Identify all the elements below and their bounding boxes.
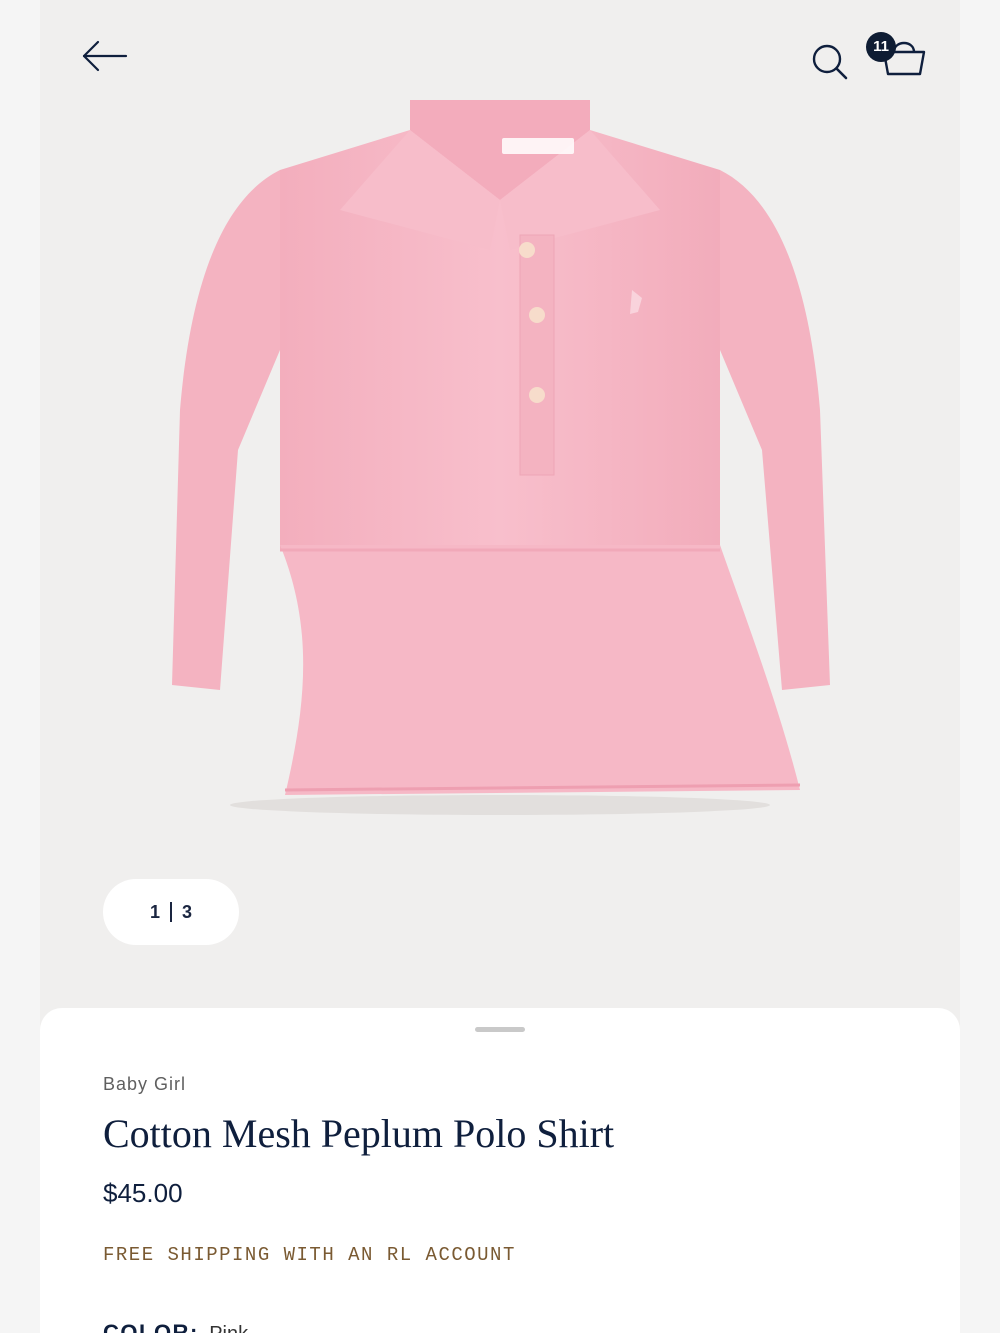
color-selector[interactable]: COLOR: Pink bbox=[103, 1320, 248, 1333]
search-button[interactable] bbox=[808, 40, 852, 84]
color-label: COLOR: bbox=[103, 1320, 199, 1333]
product-page: 11 1 3 Baby Girl Cotton Mesh Peplum Polo… bbox=[40, 0, 960, 1333]
pager-total: 3 bbox=[182, 901, 193, 922]
color-value: Pink bbox=[209, 1323, 248, 1333]
back-button[interactable] bbox=[80, 32, 132, 80]
product-image[interactable] bbox=[110, 90, 890, 830]
left-margin bbox=[0, 0, 40, 1333]
product-title: Cotton Mesh Peplum Polo Shirt bbox=[103, 1111, 615, 1156]
shipping-promo[interactable]: FREE SHIPPING WITH AN RL ACCOUNT bbox=[103, 1244, 516, 1266]
product-category: Baby Girl bbox=[103, 1074, 187, 1094]
arrow-left-icon bbox=[82, 40, 128, 72]
product-price: $45.00 bbox=[103, 1178, 183, 1208]
product-info-sheet[interactable]: Baby Girl Cotton Mesh Peplum Polo Shirt … bbox=[40, 1008, 960, 1333]
right-margin bbox=[960, 0, 1000, 1333]
product-gallery[interactable]: 11 1 3 bbox=[40, 0, 960, 1010]
pager-divider bbox=[170, 902, 172, 922]
search-icon bbox=[812, 44, 848, 80]
pager-current: 1 bbox=[149, 901, 160, 922]
sheet-grabber[interactable] bbox=[475, 1027, 525, 1032]
bag-count-badge: 11 bbox=[866, 32, 896, 62]
image-pager: 1 3 bbox=[103, 879, 239, 945]
